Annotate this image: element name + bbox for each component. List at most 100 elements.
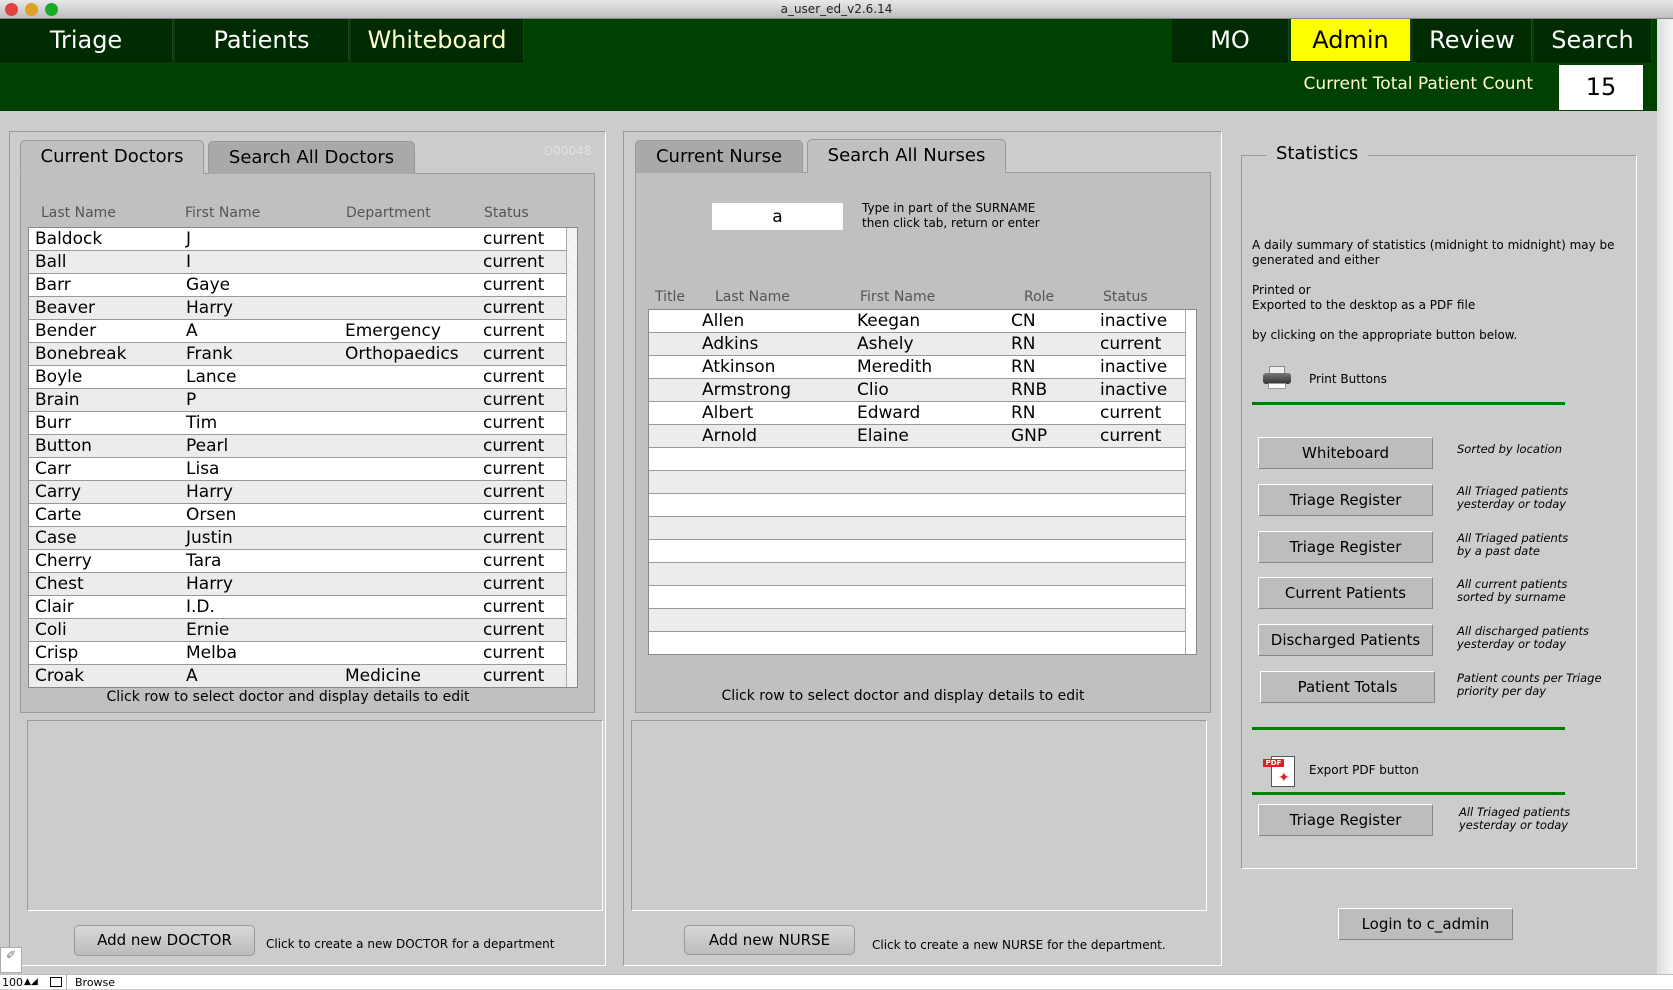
nav-triage[interactable]: Triage: [0, 19, 173, 62]
doctor-cell: Medicine: [345, 666, 421, 686]
nurse-row[interactable]: [649, 609, 1185, 632]
col-title: Title: [655, 289, 686, 305]
doctor-cell: Barr: [35, 275, 71, 295]
button-description: sorted by surname: [1457, 590, 1566, 604]
doctor-cell: A: [186, 321, 198, 341]
doctors-caption: Click row to select doctor and display d…: [106, 689, 470, 705]
doctor-row[interactable]: Croak A Medicine current: [29, 665, 566, 687]
close-window-button[interactable]: [5, 3, 18, 16]
col-first-name: First Name: [185, 205, 261, 221]
patient-count-value: 15: [1559, 65, 1643, 110]
doctor-row[interactable]: Cherry Tara current: [29, 550, 566, 573]
nav-search[interactable]: Search: [1534, 19, 1652, 62]
doctor-row[interactable]: Crisp Melba current: [29, 642, 566, 665]
doctor-row[interactable]: Burr Tim current: [29, 412, 566, 435]
nurse-row[interactable]: Albert Edward RN current: [649, 402, 1185, 425]
doctor-row[interactable]: Bender A Emergency current: [29, 320, 566, 343]
nav-mo[interactable]: MO: [1172, 19, 1289, 62]
login-c-admin-button[interactable]: Login to c_admin: [1338, 908, 1513, 940]
doctor-cell: current: [483, 597, 545, 617]
nav-patients[interactable]: Patients: [175, 19, 349, 62]
doctor-row[interactable]: Barr Gaye current: [29, 274, 566, 297]
doctor-cell: J: [186, 229, 192, 249]
nurse-row[interactable]: [649, 494, 1185, 517]
doctors-table-scrollbar[interactable]: [566, 228, 577, 687]
mode-indicator[interactable]: Browse: [66, 975, 115, 990]
doctor-row[interactable]: Carte Orsen current: [29, 504, 566, 527]
print-discharged-patients-button[interactable]: Discharged Patients: [1258, 624, 1433, 656]
doctor-cell: Harry: [186, 482, 233, 502]
button-description: Sorted by location: [1457, 442, 1562, 456]
nurse-cell: inactive: [1100, 311, 1168, 331]
print-triage-register-button[interactable]: Triage Register: [1258, 484, 1433, 516]
doctor-row[interactable]: Boyle Lance current: [29, 366, 566, 389]
doctor-cell: current: [483, 551, 545, 571]
intro-line: by clicking on the appropriate button be…: [1252, 328, 1518, 342]
doctor-row[interactable]: Carry Harry current: [29, 481, 566, 504]
nurse-cell: Elaine: [857, 426, 909, 446]
toolbar-toggle-icon[interactable]: [50, 977, 62, 987]
nurse-row[interactable]: [649, 448, 1185, 471]
nurse-row[interactable]: [649, 563, 1185, 586]
nurse-row[interactable]: Allen Keegan CN inactive: [649, 310, 1185, 333]
print-triage-register-button[interactable]: Triage Register: [1258, 531, 1433, 563]
zoom-window-button[interactable]: [45, 3, 58, 16]
nurse-row[interactable]: Atkinson Meredith RN inactive: [649, 356, 1185, 379]
doctor-row[interactable]: Beaver Harry current: [29, 297, 566, 320]
nurse-details-area: [631, 720, 1207, 911]
doctor-row[interactable]: Ball Icurrent: [29, 251, 566, 274]
doctor-cell: Crisp: [35, 643, 79, 663]
nurse-row[interactable]: Arnold Elaine GNP current: [649, 425, 1185, 448]
col-last-name: Last Name: [41, 205, 116, 221]
nurse-row[interactable]: Armstrong Clio RNB inactive: [649, 379, 1185, 402]
add-new-nurse-button[interactable]: Add new NURSE: [684, 925, 855, 955]
nurse-row[interactable]: [649, 540, 1185, 563]
nurse-row[interactable]: [649, 632, 1185, 654]
doctor-cell: Coli: [35, 620, 67, 640]
export-triage-register-button[interactable]: Triage Register: [1258, 804, 1433, 836]
export-pdf-label: Export PDF button: [1309, 763, 1419, 777]
doctor-row[interactable]: Carr Lisa current: [29, 458, 566, 481]
doctor-row[interactable]: Clair I.D. current: [29, 596, 566, 619]
doctor-row[interactable]: Button Pearl current: [29, 435, 566, 458]
doctor-row[interactable]: Bonebreak Frank Orthopaedics current: [29, 343, 566, 366]
tab-search-all-nurses[interactable]: Search All Nurses: [807, 139, 1006, 173]
doctor-cell: current: [483, 482, 545, 502]
nurse-cell: Meredith: [857, 357, 933, 377]
doctor-row[interactable]: Coli Ernie current: [29, 619, 566, 642]
nurse-row[interactable]: [649, 586, 1185, 609]
nav-admin[interactable]: Admin: [1291, 19, 1411, 62]
print-patient-totals-button[interactable]: Patient Totals: [1260, 671, 1435, 703]
nurse-row[interactable]: [649, 517, 1185, 540]
nurses-table-scrollbar[interactable]: [1185, 310, 1196, 654]
nurse-row[interactable]: [649, 471, 1185, 494]
nav-whiteboard[interactable]: Whiteboard: [351, 19, 524, 62]
doctor-cell: Case: [35, 528, 77, 548]
tab-current-nurse[interactable]: Current Nurse: [635, 140, 803, 173]
doctor-row[interactable]: Baldock Jcurrent: [29, 228, 566, 251]
nurse-row[interactable]: Adkins Ashely RN current: [649, 333, 1185, 356]
divider: [1252, 792, 1565, 795]
minimize-window-button[interactable]: [25, 3, 38, 16]
pen-tool-icon[interactable]: ✐: [0, 947, 22, 973]
col-status: Status: [1103, 289, 1148, 305]
tab-current-doctors[interactable]: Current Doctors: [20, 140, 204, 174]
doctor-cell: Boyle: [35, 367, 83, 387]
surname-search-input[interactable]: [712, 203, 843, 230]
doctor-cell: current: [483, 413, 545, 433]
window-scrollbar[interactable]: [1657, 19, 1673, 974]
add-new-doctor-button[interactable]: Add new DOCTOR: [74, 925, 255, 956]
nurse-cell: current: [1100, 403, 1162, 423]
print-whiteboard-button[interactable]: Whiteboard: [1258, 437, 1433, 469]
doctor-row[interactable]: Case Justin current: [29, 527, 566, 550]
add-nurse-hint: Click to create a new NURSE for the depa…: [872, 938, 1166, 952]
zoom-level[interactable]: 100: [2, 975, 23, 990]
doctor-row[interactable]: Brain Pcurrent: [29, 389, 566, 412]
tab-search-all-doctors[interactable]: Search All Doctors: [208, 141, 415, 174]
print-current-patients-button[interactable]: Current Patients: [1258, 577, 1433, 609]
nav-review[interactable]: Review: [1413, 19, 1532, 62]
zoom-toggle-icon[interactable]: ▲◢: [24, 975, 38, 990]
doctor-cell: Baldock: [35, 229, 103, 249]
doctor-cell: current: [483, 459, 545, 479]
doctor-row[interactable]: Chest Harry current: [29, 573, 566, 596]
